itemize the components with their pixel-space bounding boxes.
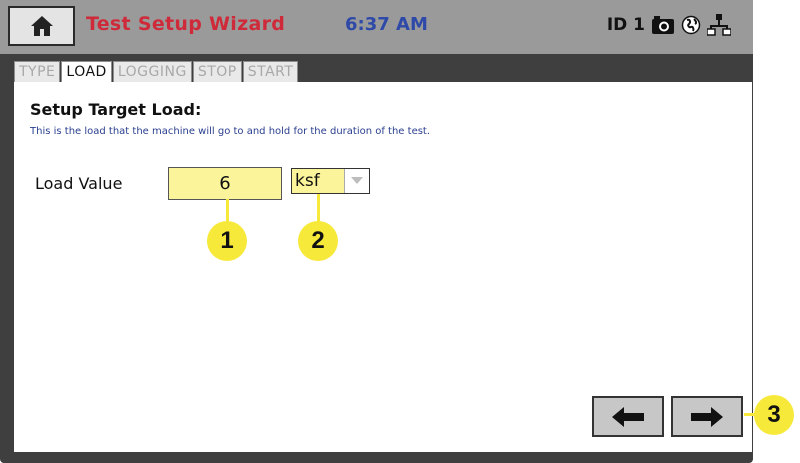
dropdown-arrow-icon[interactable] [344,169,369,193]
home-button[interactable] [8,6,75,46]
camera-icon [651,15,675,35]
tab-logging[interactable]: LOGGING [112,61,192,83]
callout-2: 2 [298,221,338,261]
load-value-input[interactable]: 6 [168,167,282,200]
status-area: ID 1 [607,10,731,40]
title-bar: Test Setup Wizard 6:37 AM ID 1 [0,0,753,54]
clock: 6:37 AM [345,14,428,35]
tab-start[interactable]: START [242,61,299,83]
unit-select-value: ksf [292,169,344,193]
arrow-left-icon [611,406,645,428]
arrow-right-icon [690,406,724,428]
tab-stop[interactable]: STOP [192,61,242,83]
wizard-tabs: TYPE LOAD LOGGING STOP START [14,61,299,83]
callout-1: 1 [207,221,247,261]
tab-type[interactable]: TYPE [14,61,61,83]
back-button[interactable] [592,396,664,437]
tab-load[interactable]: LOAD [61,61,112,83]
section-heading: Setup Target Load: [30,100,202,119]
callout-3: 3 [754,395,794,435]
home-icon [30,15,54,37]
machine-id: ID 1 [606,15,645,35]
next-button[interactable] [671,396,743,437]
unit-select[interactable]: ksf [291,168,370,194]
globe-icon [681,15,701,35]
device-frame: Test Setup Wizard 6:37 AM ID 1 TYPE LOAD… [0,0,753,463]
load-value-label: Load Value [35,174,123,193]
app-title: Test Setup Wizard [86,13,286,35]
section-description: This is the load that the machine will g… [30,126,431,137]
network-icon [707,13,731,37]
